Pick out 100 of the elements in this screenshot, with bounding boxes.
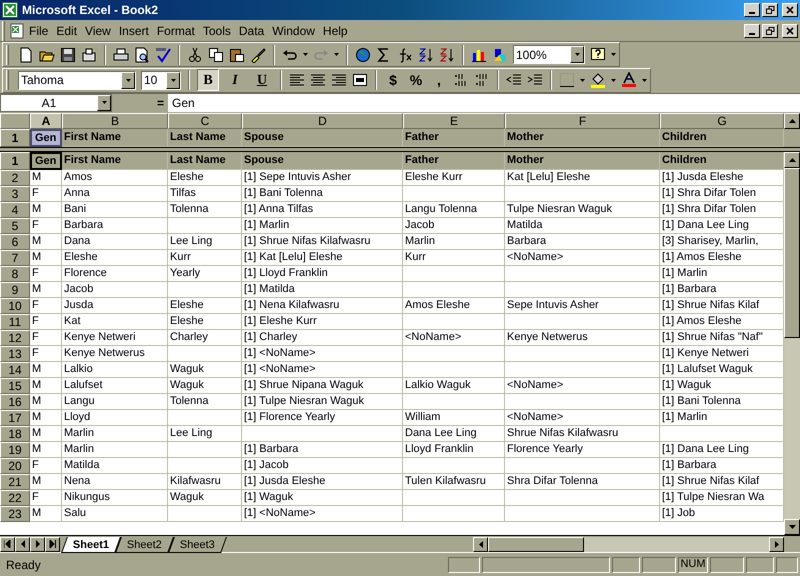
align-right-icon[interactable]	[331, 72, 347, 88]
caret-icon[interactable]	[580, 78, 585, 82]
column-header[interactable]: D	[242, 113, 403, 129]
print-preview-icon[interactable]	[134, 46, 150, 62]
menu-item[interactable]: Format	[152, 22, 199, 40]
column-header[interactable]: B	[62, 113, 168, 129]
number-format-button[interactable]: $	[384, 69, 402, 91]
column-header[interactable]: E	[403, 113, 505, 129]
scroll-thumb[interactable]	[784, 168, 800, 338]
zoom-dropdown[interactable]: 100%	[513, 45, 585, 64]
caret-icon[interactable]	[170, 78, 176, 82]
scroll-thumb[interactable]	[488, 536, 584, 552]
number-format-button[interactable]: ,	[430, 69, 448, 91]
row-header[interactable]: 13	[0, 346, 30, 362]
printer-icon[interactable]	[113, 46, 129, 62]
tab-scroll-button[interactable]	[0, 536, 15, 552]
pane-split-bar[interactable]	[0, 147, 800, 152]
align-left-icon[interactable]	[289, 72, 305, 88]
caret-icon[interactable]	[574, 53, 580, 56]
globe-icon[interactable]	[355, 46, 371, 62]
caret-icon[interactable]	[126, 78, 130, 82]
caret-icon[interactable]	[642, 78, 647, 82]
menu-item[interactable]: Help	[318, 22, 352, 40]
italic-button[interactable]: I	[224, 69, 246, 91]
row-header[interactable]: 22	[0, 490, 30, 506]
close-button[interactable]	[782, 3, 798, 17]
row-header[interactable]: 11	[0, 314, 30, 330]
row-header[interactable]: 1	[0, 129, 30, 147]
caret-icon[interactable]	[303, 53, 308, 56]
row-header[interactable]: 12	[0, 330, 30, 346]
row-header[interactable]: 16	[0, 394, 30, 410]
caret-icon[interactable]	[611, 53, 616, 56]
menu-item[interactable]: View	[81, 22, 115, 40]
row-header[interactable]: 4	[0, 202, 30, 218]
paste-icon[interactable]	[229, 46, 245, 62]
close-button[interactable]	[782, 24, 798, 38]
menu-item[interactable]: Window	[268, 22, 319, 40]
column-header[interactable]: C	[168, 113, 242, 129]
bold-button[interactable]: B	[197, 69, 219, 91]
row-header[interactable]: 2	[0, 170, 30, 186]
menu-item[interactable]: File	[25, 22, 52, 40]
copy-icon[interactable]	[208, 46, 224, 62]
row-header[interactable]: 6	[0, 234, 30, 250]
sort-ascending-icon[interactable]	[418, 46, 434, 62]
row-header[interactable]: 14	[0, 362, 30, 378]
new-document-icon[interactable]	[18, 46, 34, 62]
help-icon[interactable]	[590, 46, 606, 62]
font-color-icon[interactable]	[621, 72, 637, 88]
fill-color-icon[interactable]	[590, 72, 606, 88]
caret-icon[interactable]	[102, 101, 106, 104]
column-header[interactable]: G	[660, 113, 784, 129]
row-header[interactable]: 23	[0, 506, 30, 522]
column-header[interactable]: A	[30, 113, 62, 129]
row-header[interactable]: 18	[0, 426, 30, 442]
row-header[interactable]: 8	[0, 266, 30, 282]
scissors-icon[interactable]	[187, 46, 203, 62]
name-box[interactable]: A1	[0, 94, 112, 112]
row-header[interactable]: 19	[0, 442, 30, 458]
menu-item[interactable]: Data	[234, 22, 268, 40]
align-center-icon[interactable]	[310, 72, 326, 88]
row-header[interactable]: 1	[0, 152, 30, 170]
select-all-corner[interactable]	[0, 113, 30, 129]
tab-scroll-button[interactable]	[45, 536, 60, 552]
menu-item[interactable]: Tools	[198, 22, 235, 40]
scroll-up-button[interactable]	[784, 113, 800, 129]
merge-center-icon[interactable]	[352, 72, 368, 88]
drawing-icon[interactable]	[492, 46, 508, 62]
vertical-scrollbar[interactable]	[784, 152, 800, 535]
tab-scroll-button[interactable]	[30, 536, 45, 552]
restore-button[interactable]	[762, 24, 778, 38]
sheet-tab[interactable]: Sheet1	[61, 536, 121, 552]
restore-button[interactable]	[762, 3, 778, 17]
row-header[interactable]: 21	[0, 474, 30, 490]
row-header[interactable]: 17	[0, 410, 30, 426]
paintbrush-icon[interactable]	[250, 46, 266, 62]
row-header[interactable]: 5	[0, 218, 30, 234]
menu-item[interactable]: Insert	[114, 22, 153, 40]
caret-icon[interactable]	[334, 53, 339, 56]
row-header[interactable]: 15	[0, 378, 30, 394]
column-header[interactable]: F	[505, 113, 660, 129]
underline-button[interactable]: U	[251, 69, 273, 91]
row-header[interactable]: 3	[0, 186, 30, 202]
spelling-check-icon[interactable]	[155, 46, 171, 62]
caret-icon[interactable]	[611, 78, 616, 82]
tab-scroll-button[interactable]	[15, 536, 30, 552]
minimize-button[interactable]	[744, 3, 760, 17]
sheet-tab[interactable]: Sheet2	[115, 536, 174, 552]
sheet-tab[interactable]: Sheet3	[168, 536, 227, 552]
minimize-button[interactable]	[744, 24, 760, 38]
font-dropdown[interactable]: Tahoma	[18, 70, 136, 90]
sort-descending-icon[interactable]	[439, 46, 455, 62]
row-header[interactable]: 7	[0, 250, 30, 266]
horizontal-scrollbar[interactable]	[473, 536, 784, 552]
function-icon[interactable]	[397, 46, 413, 62]
menu-item[interactable]: Edit	[52, 22, 82, 40]
row-header[interactable]: 10	[0, 298, 30, 314]
borders-icon[interactable]	[559, 72, 575, 88]
row-header[interactable]: 20	[0, 458, 30, 474]
font-size-dropdown[interactable]: 10	[141, 70, 181, 90]
row-header[interactable]: 9	[0, 282, 30, 298]
